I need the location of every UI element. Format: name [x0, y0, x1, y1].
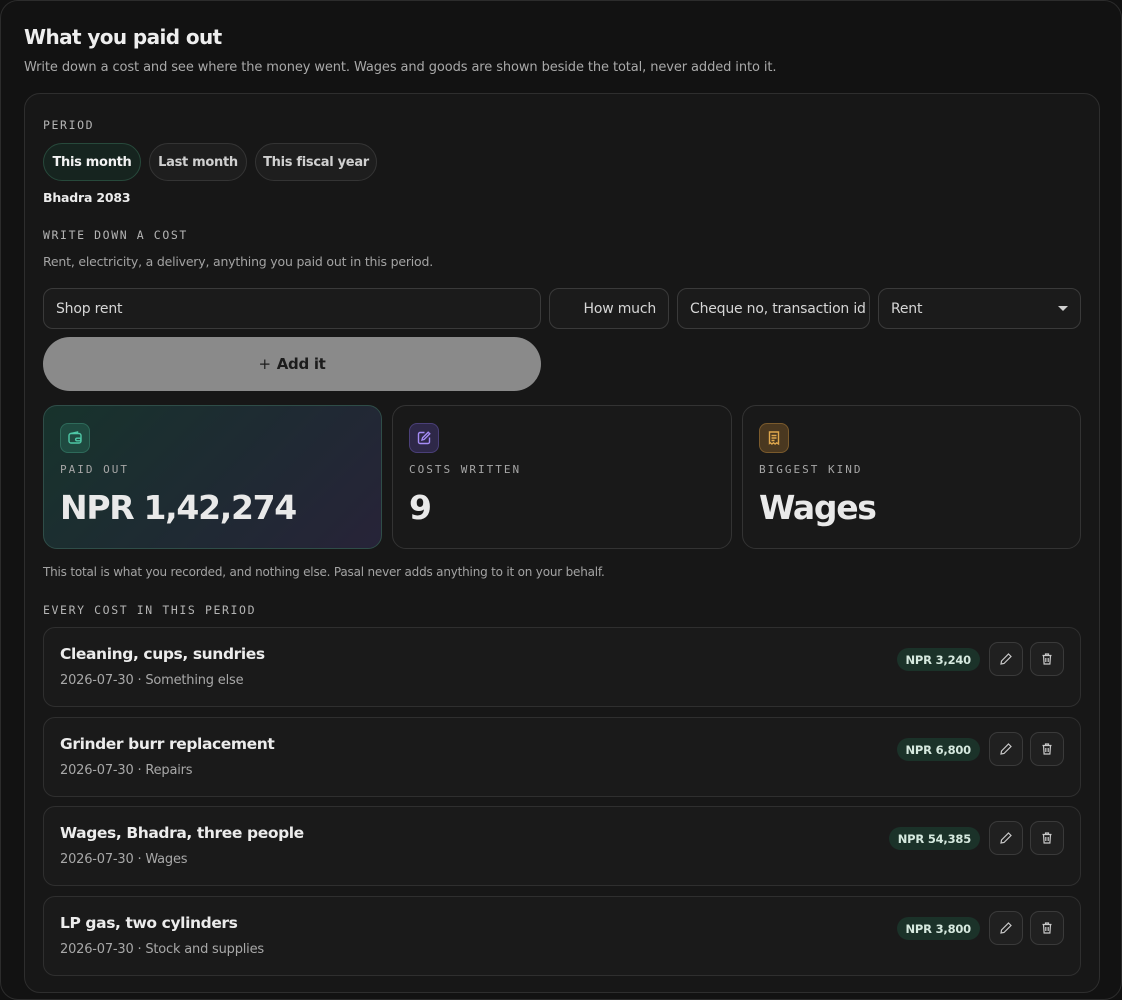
costs-written-label: COSTS WRITTEN	[409, 463, 522, 476]
pencil-icon	[1000, 653, 1012, 665]
edit-button[interactable]	[989, 732, 1023, 766]
chip-last-month[interactable]: Last month	[149, 143, 247, 181]
pencil-icon	[1000, 922, 1012, 934]
edit-button[interactable]	[989, 911, 1023, 945]
kind-select[interactable]: Rent	[878, 288, 1081, 329]
receipt-icon	[759, 423, 789, 453]
chevron-down-icon	[1058, 306, 1068, 311]
cost-title: Cleaning, cups, sundries	[60, 645, 265, 663]
description-input[interactable]: Shop rent	[43, 288, 541, 329]
amount-input[interactable]: How much	[549, 288, 669, 329]
cost-meta: 2026-07-30 · Something else	[60, 673, 244, 688]
write-cost-label: WRITE DOWN A COST	[43, 228, 188, 242]
paid-out-card: PAID OUT NPR 1,42,274	[43, 405, 382, 549]
current-period: Bhadra 2083	[43, 190, 131, 205]
cost-meta: 2026-07-30 · Stock and supplies	[60, 942, 264, 957]
kind-select-value: Rent	[891, 300, 923, 317]
add-cost-button[interactable]: + Add it	[43, 337, 541, 391]
amount-badge: NPR 3,240	[896, 648, 980, 671]
trash-icon	[1042, 922, 1052, 934]
biggest-kind-card: BIGGEST KIND Wages	[742, 405, 1081, 549]
write-cost-hint: Rent, electricity, a delivery, anything …	[43, 254, 434, 269]
list-item: Grinder burr replacement 2026-07-30 · Re…	[43, 717, 1081, 797]
costs-written-card: COSTS WRITTEN 9	[392, 405, 732, 549]
trash-icon	[1042, 832, 1052, 844]
total-disclaimer: This total is what you recorded, and not…	[43, 565, 605, 579]
cost-list-label: EVERY COST IN THIS PERIOD	[43, 603, 257, 617]
reference-input[interactable]: Cheque no, transaction id	[677, 288, 870, 329]
page-subtitle: Write down a cost and see where the mone…	[24, 60, 777, 75]
delete-button[interactable]	[1030, 911, 1064, 945]
delete-button[interactable]	[1030, 732, 1064, 766]
edit-button[interactable]	[989, 642, 1023, 676]
cost-title: Wages, Bhadra, three people	[60, 824, 304, 842]
cost-meta: 2026-07-30 · Wages	[60, 852, 188, 867]
add-cost-label: Add it	[276, 355, 326, 373]
app-frame: What you paid out Write down a cost and …	[0, 0, 1122, 1000]
paid-out-value: NPR 1,42,274	[60, 488, 297, 527]
list-item: LP gas, two cylinders 2026-07-30 · Stock…	[43, 896, 1081, 976]
biggest-kind-value: Wages	[759, 488, 877, 527]
wallet-icon	[60, 423, 90, 453]
amount-badge: NPR 3,800	[896, 917, 980, 940]
costs-panel: PERIOD This month Last month This fiscal…	[24, 93, 1100, 993]
costs-written-value: 9	[409, 488, 432, 527]
paid-out-label: PAID OUT	[60, 463, 129, 476]
cost-title: Grinder burr replacement	[60, 735, 275, 753]
delete-button[interactable]	[1030, 821, 1064, 855]
list-item: Wages, Bhadra, three people 2026-07-30 ·…	[43, 806, 1081, 886]
amount-badge: NPR 54,385	[888, 827, 980, 850]
notebook-pen-icon	[409, 423, 439, 453]
trash-icon	[1042, 743, 1052, 755]
amount-badge: NPR 6,800	[896, 738, 980, 761]
plus-icon: +	[258, 355, 271, 373]
trash-icon	[1042, 653, 1052, 665]
edit-button[interactable]	[989, 821, 1023, 855]
biggest-kind-label: BIGGEST KIND	[759, 463, 863, 476]
pencil-icon	[1000, 832, 1012, 844]
chip-this-fiscal-year[interactable]: This fiscal year	[255, 143, 377, 181]
pencil-icon	[1000, 743, 1012, 755]
page-title: What you paid out	[24, 25, 222, 49]
chip-this-month[interactable]: This month	[43, 143, 141, 181]
cost-title: LP gas, two cylinders	[60, 914, 238, 932]
period-label: PERIOD	[43, 118, 95, 132]
delete-button[interactable]	[1030, 642, 1064, 676]
cost-meta: 2026-07-30 · Repairs	[60, 763, 193, 778]
list-item: Cleaning, cups, sundries 2026-07-30 · So…	[43, 627, 1081, 707]
